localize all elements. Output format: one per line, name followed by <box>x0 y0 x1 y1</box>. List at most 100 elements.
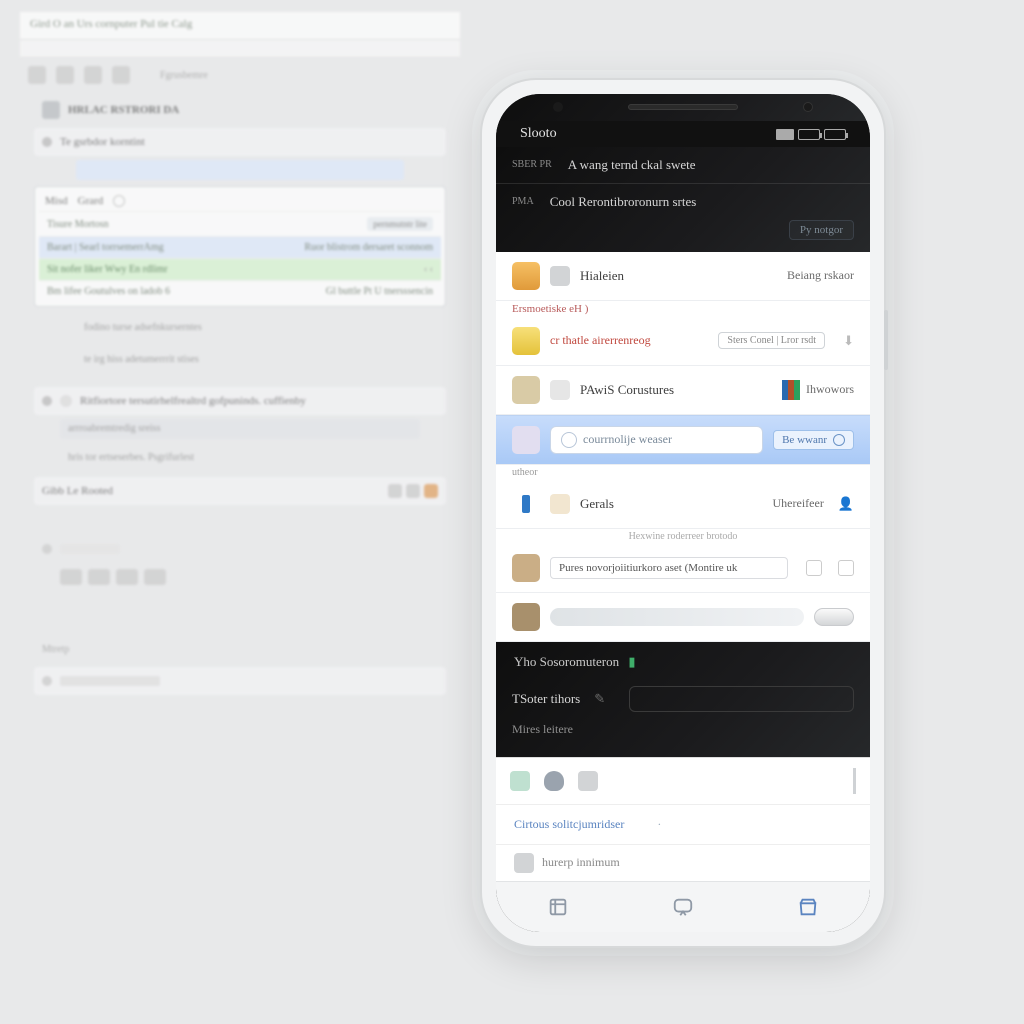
box-icon <box>512 376 540 404</box>
list-item[interactable]: cr thatle airerrenreog Sters Conel | Lro… <box>496 317 870 366</box>
signal-icon <box>776 129 794 140</box>
nav-chat-icon[interactable] <box>670 894 696 920</box>
list-item-meta: Beiang rskaor <box>787 268 854 283</box>
quick-icon[interactable] <box>544 771 564 791</box>
list-item[interactable]: Pures novorjoiitiurkoro aset (Montire uk <box>496 544 870 593</box>
bottom-bullet <box>34 535 446 563</box>
list-item-label: Hialeien <box>580 268 624 284</box>
list-item[interactable] <box>496 593 870 642</box>
cell-right: Ruor blistrom dersaret sconnom <box>304 242 433 253</box>
tab[interactable]: Grard <box>78 195 104 207</box>
status-bar: Slooto <box>496 121 870 147</box>
cell-chip: pernmutntr lite <box>367 217 433 231</box>
list-item-chip[interactable]: Sters Conel | Lror rsdt <box>718 332 825 349</box>
toolbar-icon[interactable] <box>28 66 46 84</box>
list-item-selected[interactable]: courrnolije weaser Be wwanr <box>496 415 870 465</box>
field-row[interactable]: Gibb Le Rooted <box>34 477 446 505</box>
battery-icon <box>824 129 846 140</box>
toolbar-icon[interactable] <box>56 66 74 84</box>
nav-store-icon[interactable] <box>795 894 821 920</box>
window-titlebar: Gird O an Urs cornputer Pul tie Calg <box>20 12 460 40</box>
list-item[interactable]: Hialeien Beiang rskaor <box>496 252 870 301</box>
nav-home-icon[interactable] <box>545 894 571 920</box>
list-item-label: cr thatle airerrenreog <box>550 333 651 348</box>
header-row-2[interactable]: PMA Cool Rerontibroronurn srtes <box>496 184 870 220</box>
go-icon <box>833 434 845 446</box>
footer-link[interactable]: Cirtous solitcjumridser · <box>496 805 870 844</box>
progress-bar <box>550 608 804 626</box>
phone-frame: Slooto SBER PR A wang ternd ckal swete P… <box>480 78 886 948</box>
nav-bar <box>496 881 870 932</box>
bottle-icon <box>512 490 540 518</box>
header-action-button[interactable]: Py notgor <box>789 220 854 240</box>
toolbar-icon[interactable] <box>112 66 130 84</box>
scrollbar[interactable] <box>853 768 856 794</box>
paragraph: te irg hiss adetumerrrit stises <box>76 345 446 373</box>
search-input[interactable]: courrnolije weaser <box>550 426 763 454</box>
line-label: Mires leitere <box>512 722 573 737</box>
toolbar-icon[interactable] <box>84 66 102 84</box>
header-card: SBER PR A wang ternd ckal swete PMA Cool… <box>496 147 870 252</box>
list-item-subtitle: Hexwine roderreer brotodo <box>496 529 870 544</box>
cell-label: Sit nofer liker Wwy En rdlimr <box>47 264 168 275</box>
window-toolbar: Fgrusbemre <box>20 58 460 92</box>
folder-icon <box>512 262 540 290</box>
note-icon <box>550 494 570 514</box>
footer-row <box>34 667 446 695</box>
list-item[interactable]: Gerals Uhereifeer 👤 <box>496 480 870 529</box>
doc-icon <box>550 380 570 400</box>
tag-label: PMA <box>512 196 534 207</box>
doc-icon <box>514 853 534 873</box>
dark-section: Yho Sosoromuteron ▮ TSoter tihors ✎ Mire… <box>496 642 870 757</box>
list-item-subtitle: Ersmoetiske eH ) <box>496 301 870 317</box>
arrow-icon[interactable]: ‹ ‹ <box>424 264 433 275</box>
quick-icon[interactable] <box>510 771 530 791</box>
cell-label: Barart | Searl torrsemerrAmg <box>47 242 164 253</box>
header-row-1[interactable]: SBER PR A wang ternd ckal swete <box>496 147 870 184</box>
field-label: TSoter tihors <box>512 691 580 707</box>
action-chip[interactable]: Be wwanr <box>773 430 854 450</box>
app-icon <box>512 554 540 582</box>
tab[interactable]: Misd <box>45 195 68 207</box>
cell-right: Gl buttle Pt U tnersssencin <box>326 286 433 297</box>
dark-field-row[interactable]: TSoter tihors ✎ <box>496 676 870 722</box>
input-placeholder: courrnolije weaser <box>583 432 672 447</box>
list-item-meta: Ihwowors <box>806 382 854 397</box>
app-icon <box>512 603 540 631</box>
cell-label: Bm lifee Goutulves on ladob 6 <box>47 286 170 297</box>
person-icon: 👤 <box>838 496 854 512</box>
toolbar-label: Fgrusbemre <box>160 70 208 81</box>
header-text: Cool Rerontibroronurn srtes <box>550 194 697 210</box>
list-item-label: Gerals <box>580 496 614 512</box>
notch <box>496 94 870 121</box>
bullet-row[interactable]: Ritfiortore tersutirhelfrealtrd gofpunin… <box>34 387 446 415</box>
sub-bar: arrroabremtredig sreiss <box>60 419 420 439</box>
quick-bar <box>496 757 870 804</box>
toggle[interactable] <box>814 608 854 626</box>
download-icon[interactable]: ⬇ <box>843 333 854 349</box>
list-item[interactable]: PAwiS Corustures Ihwowors <box>496 366 870 415</box>
heading-row: HRLAC RSTRORI DA <box>34 96 446 124</box>
list-item-label: PAwiS Corustures <box>580 382 674 398</box>
pencil-icon[interactable]: ✎ <box>594 691 605 707</box>
list-item-meta: Uhereifeer <box>773 496 824 511</box>
phone-screen: Slooto SBER PR A wang ternd ckal swete P… <box>496 94 870 932</box>
paragraph: hris tor ertseserbes. Psgrifurlest <box>60 443 446 471</box>
list-item-field[interactable]: Pures novorjoiitiurkoro aset (Montire uk <box>550 557 788 579</box>
bullet-row[interactable]: Te gsrbdor korntint <box>34 128 446 156</box>
header-text: A wang ternd ckal swete <box>568 157 696 173</box>
desktop-window: Gird O an Urs cornputer Pul tie Calg Fgr… <box>20 12 460 912</box>
window-icon[interactable] <box>838 560 854 576</box>
quick-icon[interactable] <box>578 771 598 791</box>
list-item-subtitle: utheor <box>496 465 870 480</box>
status-time: Slooto <box>520 126 557 142</box>
footer-label: Mtretp <box>34 635 446 663</box>
face-icon <box>561 432 577 448</box>
dark-line: Mires leitere <box>496 722 870 747</box>
footer-line: hurerp innimum <box>496 845 870 881</box>
app-icon <box>512 327 540 355</box>
text-input[interactable] <box>629 686 854 712</box>
tag-label: SBER PR <box>512 159 552 170</box>
highlight-bar <box>76 160 404 180</box>
checkbox[interactable] <box>806 560 822 576</box>
